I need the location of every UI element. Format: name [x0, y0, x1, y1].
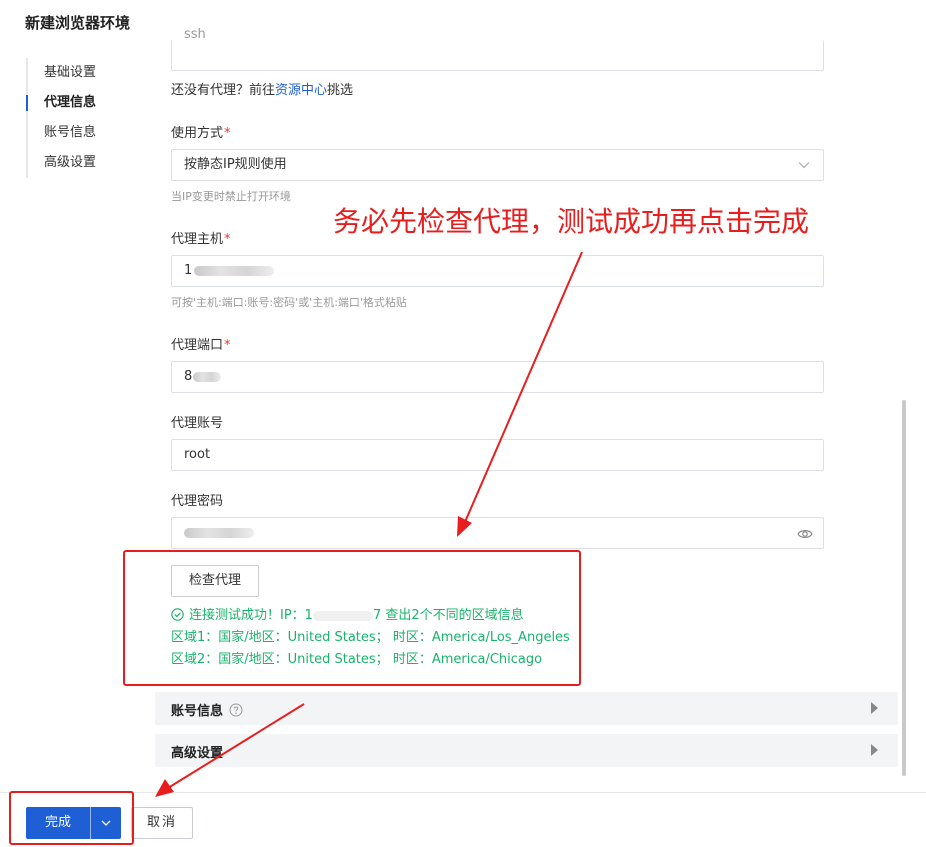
- no-proxy-suffix: 挑选: [327, 83, 354, 98]
- chevron-down-icon: [798, 162, 810, 169]
- redacted-blur: [194, 265, 275, 276]
- done-split-button[interactable]: 完成: [26, 807, 121, 839]
- host-label-text: 代理主机: [171, 232, 224, 247]
- account-info-collapse[interactable]: 账号信息: [155, 692, 898, 725]
- check-proxy-button[interactable]: 检查代理: [171, 565, 259, 597]
- result-ip-prefix: 连接测试成功！IP：1: [189, 608, 313, 623]
- resource-center-link[interactable]: 资源中心: [275, 83, 327, 98]
- redacted-blur: [193, 371, 222, 382]
- chevron-down-icon: [101, 820, 111, 826]
- port-label: 代理端口*: [171, 334, 231, 353]
- account-info-title-text: 账号信息: [171, 704, 224, 719]
- cancel-button[interactable]: 取消: [131, 807, 193, 839]
- check-result-line-3: 区域2：国家/地区：United States； 时区：America/Chic…: [171, 652, 543, 667]
- usage-select[interactable]: 按静态IP规则使用: [171, 149, 824, 181]
- side-nav-item-basic[interactable]: 基础设置: [28, 58, 126, 88]
- done-dropdown-toggle[interactable]: [91, 807, 121, 839]
- password-label: 代理密码: [171, 494, 224, 509]
- no-proxy-hint: 还没有代理？前往资源中心挑选: [171, 79, 353, 98]
- required-mark: *: [224, 338, 231, 353]
- redacted-blur: [184, 527, 254, 538]
- side-nav: 基础设置 代理信息 账号信息 高级设置: [26, 58, 126, 178]
- usage-hint: 当IP变更时禁止打开环境: [171, 190, 291, 203]
- port-label-text: 代理端口: [171, 338, 224, 353]
- account-info-title: 账号信息: [171, 700, 243, 719]
- proxy-type-select[interactable]: ssh: [171, 27, 824, 71]
- side-nav-item-advanced[interactable]: 高级设置: [28, 148, 126, 178]
- check-result-line-2: 区域1：国家/地区：United States； 时区：America/Los_…: [171, 630, 570, 645]
- redacted-blur: [312, 610, 373, 621]
- annotation-arrowhead: [155, 779, 174, 797]
- scrollbar-thumb[interactable]: [902, 400, 906, 776]
- dialog-title: 新建浏览器环境: [25, 14, 131, 32]
- host-label: 代理主机*: [171, 228, 231, 247]
- annotation-text: 务必先检查代理，测试成功再点击完成: [333, 205, 810, 238]
- required-mark: *: [224, 232, 231, 247]
- required-mark: *: [224, 126, 231, 141]
- side-nav-item-account[interactable]: 账号信息: [28, 118, 126, 148]
- usage-label: 使用方式*: [171, 122, 231, 141]
- port-input[interactable]: 8: [171, 361, 824, 393]
- host-value: 1: [184, 263, 193, 278]
- proxy-type-value: ssh: [184, 27, 206, 42]
- usage-select-value: 按静态IP规则使用: [184, 157, 287, 172]
- advanced-settings-title: 高级设置: [171, 746, 224, 761]
- done-button[interactable]: 完成: [26, 807, 90, 839]
- check-result-line-1: 连接测试成功！IP：1 7 查出2个不同的区域信息: [171, 604, 524, 623]
- result-ip-suffix: 7 查出2个不同的区域信息: [372, 608, 524, 623]
- account-label: 代理账号: [171, 416, 224, 431]
- host-hint: 可按'主机:端口:账号:密码'或'主机:端口'格式粘贴: [171, 296, 407, 309]
- caret-right-icon: [871, 744, 878, 756]
- caret-right-icon: [871, 702, 878, 714]
- account-value: root: [184, 447, 211, 462]
- question-circle-icon[interactable]: [229, 703, 243, 717]
- password-input[interactable]: [171, 517, 824, 549]
- port-value: 8: [184, 369, 193, 384]
- host-input[interactable]: 1: [171, 255, 824, 287]
- check-circle-icon: [171, 608, 184, 621]
- account-input[interactable]: root: [171, 439, 824, 471]
- side-nav-item-proxy[interactable]: 代理信息: [26, 88, 126, 118]
- usage-label-text: 使用方式: [171, 126, 224, 141]
- eye-icon[interactable]: [797, 526, 813, 542]
- advanced-settings-collapse[interactable]: 高级设置: [155, 734, 898, 767]
- no-proxy-prefix: 还没有代理？前往: [171, 83, 276, 98]
- footer-divider: [0, 792, 926, 793]
